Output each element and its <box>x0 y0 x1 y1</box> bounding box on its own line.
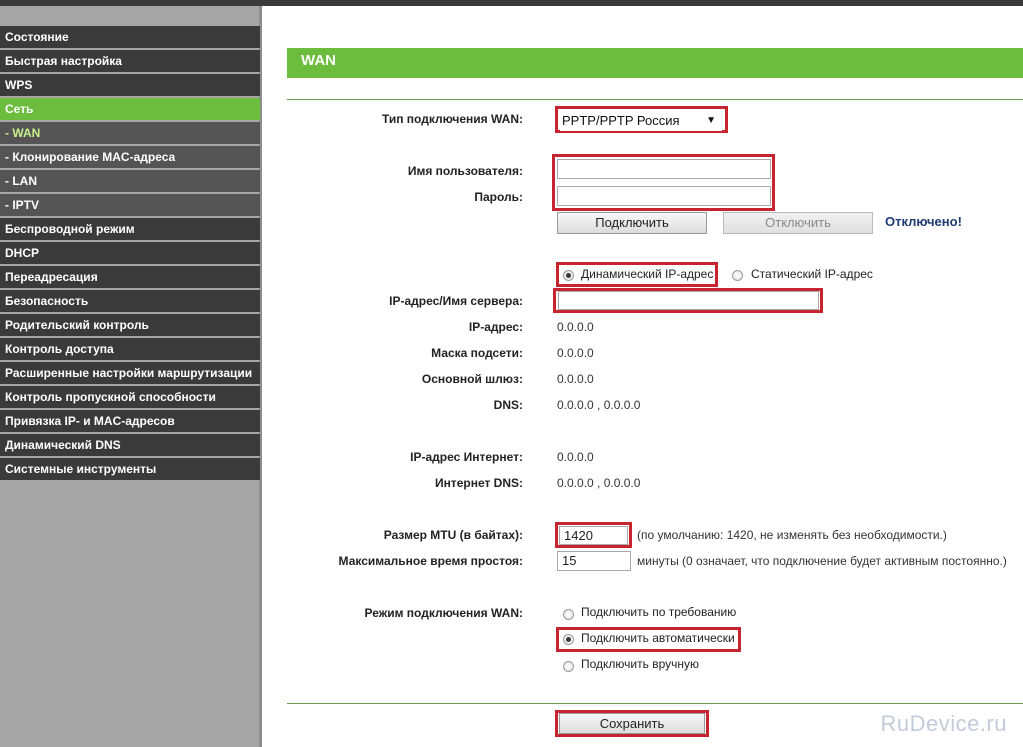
idle-time-input[interactable]: 15 <box>557 551 631 571</box>
sidebar-item-access-control[interactable]: Контроль доступа <box>0 338 260 360</box>
mode-manual-radio[interactable] <box>563 661 574 672</box>
mtu-input[interactable]: 1420 <box>559 526 628 545</box>
sidebar: Состояние Быстрая настройка WPS Сеть - W… <box>0 6 262 747</box>
page-title: WAN <box>287 48 1023 78</box>
sidebar-item-status[interactable]: Состояние <box>0 26 260 48</box>
ip-value: 0.0.0.0 <box>557 320 594 334</box>
sidebar-item-quick-setup[interactable]: Быстрая настройка <box>0 50 260 72</box>
connection-status: Отключено! <box>885 214 962 229</box>
sidebar-item-advanced-routing[interactable]: Расширенные настройки маршрутизации <box>0 362 260 384</box>
mtu-label: Размер MTU (в байтах): <box>383 528 523 542</box>
password-label: Пароль: <box>474 190 523 204</box>
password-input[interactable] <box>557 186 771 206</box>
connect-button[interactable]: Подключить <box>557 212 707 234</box>
divider-bottom <box>287 703 1023 704</box>
gateway-label: Основной шлюз: <box>421 372 523 386</box>
ip-label: IP-адрес: <box>468 320 523 334</box>
sidebar-item-forwarding[interactable]: Переадресация <box>0 266 260 288</box>
sidebar-item-dhcp[interactable]: DHCP <box>0 242 260 264</box>
wan-type-value: PPTP/PPTP Россия <box>562 113 680 128</box>
sidebar-item-wan[interactable]: - WAN <box>0 122 260 144</box>
username-label: Имя пользователя: <box>407 164 523 178</box>
dns-value: 0.0.0.0 , 0.0.0.0 <box>557 398 641 412</box>
idle-time-label: Максимальное время простоя: <box>338 554 523 568</box>
gateway-value: 0.0.0.0 <box>557 372 594 386</box>
sidebar-item-wps[interactable]: WPS <box>0 74 260 96</box>
sidebar-item-ip-mac-binding[interactable]: Привязка IP- и MAC-адресов <box>0 410 260 432</box>
internet-dns-value: 0.0.0.0 , 0.0.0.0 <box>557 476 641 490</box>
dns-label: DNS: <box>493 398 523 412</box>
sidebar-item-wireless[interactable]: Беспроводной режим <box>0 218 260 240</box>
dynamic-ip-radio[interactable] <box>563 270 574 281</box>
disconnect-button[interactable]: Отключить <box>723 212 873 234</box>
static-ip-label: Статический IP-адрес <box>751 267 873 281</box>
internet-ip-label: IP-адрес Интернет: <box>410 450 523 464</box>
sidebar-item-iptv[interactable]: - IPTV <box>0 194 260 216</box>
sidebar-item-security[interactable]: Безопасность <box>0 290 260 312</box>
sidebar-item-mac-clone[interactable]: - Клонирование MAC-адреса <box>0 146 260 168</box>
mode-on-demand-label: Подключить по требованию <box>581 605 737 619</box>
internet-dns-label: Интернет DNS: <box>434 476 523 490</box>
server-input[interactable] <box>558 291 819 310</box>
sidebar-item-lan[interactable]: - LAN <box>0 170 260 192</box>
mask-value: 0.0.0.0 <box>557 346 594 360</box>
dynamic-ip-label: Динамический IP-адрес <box>581 267 714 281</box>
wan-mode-label: Режим подключения WAN: <box>364 606 523 620</box>
sidebar-item-system-tools[interactable]: Системные инструменты <box>0 458 260 480</box>
save-button[interactable]: Сохранить <box>559 713 705 734</box>
wan-type-label: Тип подключения WAN: <box>381 112 523 126</box>
sidebar-item-network[interactable]: Сеть <box>0 98 260 120</box>
server-label: IP-адрес/Имя сервера: <box>389 294 523 308</box>
static-ip-radio[interactable] <box>732 270 743 281</box>
divider-top <box>287 99 1023 100</box>
wan-type-select[interactable]: PPTP/PPTP Россия ▼ <box>560 111 722 131</box>
idle-time-note: минуты (0 означает, что подключение буде… <box>637 554 1007 568</box>
username-input[interactable] <box>557 159 771 179</box>
mask-label: Маска подсети: <box>431 346 523 360</box>
sidebar-item-parental-control[interactable]: Родительский контроль <box>0 314 260 336</box>
mode-manual-label: Подключить вручную <box>581 657 699 671</box>
internet-ip-value: 0.0.0.0 <box>557 450 594 464</box>
sidebar-item-bandwidth-control[interactable]: Контроль пропускной способности <box>0 386 260 408</box>
watermark-logo: RuDevice.ru <box>880 711 1007 736</box>
sidebar-menu: Состояние Быстрая настройка WPS Сеть - W… <box>0 26 260 482</box>
mode-auto-label: Подключить автоматически <box>581 631 735 645</box>
dropdown-arrow-icon: ▼ <box>706 115 716 126</box>
main-content: WAN Тип подключения WAN: PPTP/PPTP Росси… <box>265 6 1023 747</box>
sidebar-item-dynamic-dns[interactable]: Динамический DNS <box>0 434 260 456</box>
mode-on-demand-radio[interactable] <box>563 609 574 620</box>
mode-auto-radio[interactable] <box>563 634 574 645</box>
mtu-note: (по умолчанию: 1420, не изменять без нео… <box>637 528 947 542</box>
